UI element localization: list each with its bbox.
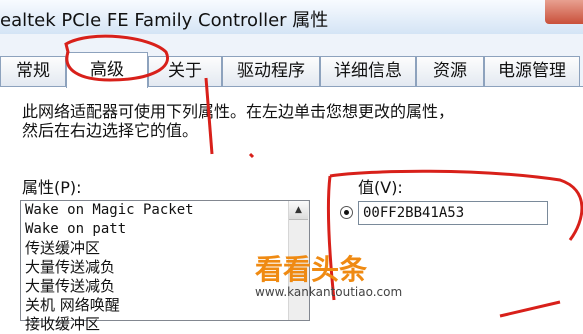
watermark-url: www.kankantoutiao.com: [255, 285, 403, 299]
property-label: 属性(P):: [22, 178, 82, 197]
description-line-2: 然后在右边选择它的值。: [22, 121, 199, 140]
watermark: 看看头条 www.kankantoutiao.com: [255, 248, 402, 299]
window-title: ealtek PCIe FE Family Controller 属性: [0, 10, 329, 31]
tab-driver[interactable]: 驱动程序: [222, 56, 320, 86]
tab-power-management[interactable]: 电源管理: [484, 56, 580, 86]
tab-advanced[interactable]: 高级: [66, 52, 148, 88]
tab-general[interactable]: 常规: [0, 56, 66, 86]
title-bar: ealtek PCIe FE Family Controller 属性: [0, 0, 583, 35]
value-radio[interactable]: [340, 206, 353, 219]
scroll-up-icon[interactable]: ▲: [289, 201, 308, 220]
value-label: 值(V):: [358, 178, 403, 197]
value-input[interactable]: [358, 201, 548, 225]
tab-details[interactable]: 详细信息: [320, 56, 416, 86]
list-item[interactable]: Wake on patt: [21, 220, 309, 239]
list-item[interactable]: 接收缓冲区: [21, 315, 309, 334]
panel-description: 此网络适配器可使用下列属性。在左边单击您想更改的属性， 然后在右边选择它的值。: [22, 102, 562, 140]
tab-about[interactable]: 关于: [148, 56, 222, 86]
watermark-logo: 看看头条: [255, 253, 368, 286]
list-item[interactable]: Wake on Magic Packet: [21, 201, 309, 220]
radio-dot-icon: [344, 210, 349, 215]
close-button[interactable]: [545, 0, 583, 24]
description-line-1: 此网络适配器可使用下列属性。在左边单击您想更改的属性，: [22, 102, 455, 121]
tab-resources[interactable]: 资源: [416, 56, 484, 86]
